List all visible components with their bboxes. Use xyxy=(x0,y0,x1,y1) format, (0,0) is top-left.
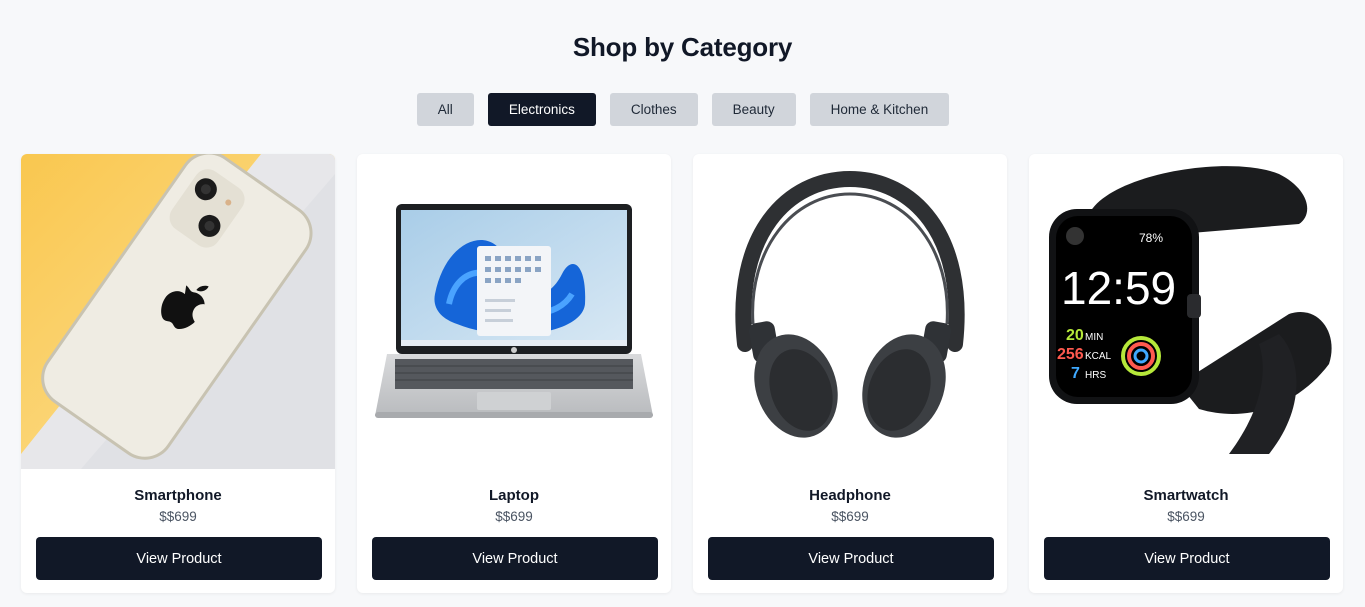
view-product-button[interactable]: View Product xyxy=(708,537,994,580)
smartphone-image[interactable] xyxy=(21,154,335,469)
product-grid: Smartphone $$699 View Product Laptop $$6… xyxy=(21,154,1343,593)
product-card-headphone: Headphone $$699 View Product xyxy=(693,154,1007,593)
filter-home-kitchen[interactable]: Home & Kitchen xyxy=(809,93,950,126)
product-name: Smartphone xyxy=(134,487,222,504)
view-product-button[interactable]: View Product xyxy=(372,537,658,580)
product-price: $$699 xyxy=(831,509,869,524)
view-product-button[interactable]: View Product xyxy=(36,537,322,580)
category-filters: All Electronics Clothes Beauty Home & Ki… xyxy=(0,93,1365,126)
filter-clothes[interactable]: Clothes xyxy=(609,93,698,126)
product-price: $$699 xyxy=(1167,509,1205,524)
watch-stat-kcal-unit: KCAL xyxy=(1085,351,1112,362)
watch-stat-min-value: 20 xyxy=(1066,327,1084,344)
view-product-button[interactable]: View Product xyxy=(1044,537,1330,580)
watch-stat-hrs-unit: HRS xyxy=(1085,370,1106,381)
smartwatch-image[interactable]: 78% 12:59 20 MIN 256 KCAL 7 HRS xyxy=(1029,154,1343,469)
watch-battery: 78% xyxy=(1139,231,1163,245)
product-card-smartwatch: 78% 12:59 20 MIN 256 KCAL 7 HRS Smartwat… xyxy=(1029,154,1343,593)
product-name: Smartwatch xyxy=(1143,487,1229,504)
watch-stat-hrs-value: 7 xyxy=(1071,365,1080,382)
product-price: $$699 xyxy=(495,509,533,524)
filter-beauty[interactable]: Beauty xyxy=(711,93,796,126)
headphone-image[interactable] xyxy=(693,154,1007,469)
product-card-smartphone: Smartphone $$699 View Product xyxy=(21,154,335,593)
product-card-laptop: Laptop $$699 View Product xyxy=(357,154,671,593)
laptop-image[interactable] xyxy=(357,154,671,469)
watch-time: 12:59 xyxy=(1061,262,1176,314)
filter-electronics[interactable]: Electronics xyxy=(487,93,596,126)
product-name: Headphone xyxy=(809,487,891,504)
watch-stat-kcal-value: 256 xyxy=(1057,346,1084,363)
product-price: $$699 xyxy=(159,509,197,524)
filter-all[interactable]: All xyxy=(416,93,474,126)
product-name: Laptop xyxy=(489,487,539,504)
watch-stat-min-unit: MIN xyxy=(1085,332,1103,343)
page-title: Shop by Category xyxy=(572,32,793,62)
